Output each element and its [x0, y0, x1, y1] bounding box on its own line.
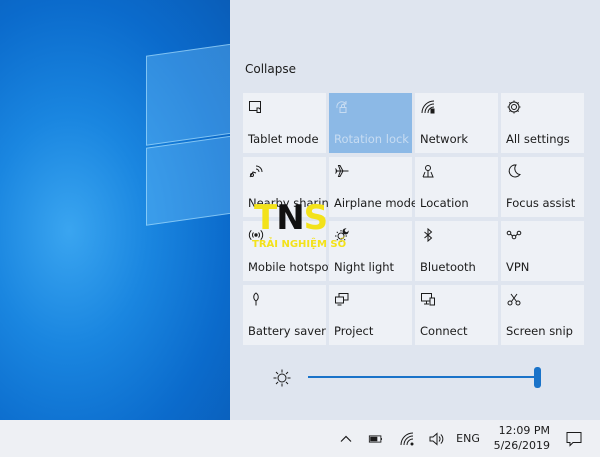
show-hidden-icons-button[interactable]	[336, 420, 356, 457]
rotation-lock-icon	[334, 99, 352, 117]
windows-logo-pane	[146, 40, 230, 146]
speaker-icon	[429, 431, 444, 446]
brightness-control	[272, 366, 572, 388]
tile-project[interactable]: Project	[329, 285, 412, 345]
chevron-up-icon	[340, 435, 352, 442]
brightness-slider-thumb[interactable]	[534, 367, 541, 388]
brightness-slider-track[interactable]	[308, 376, 540, 378]
tile-battery-saver[interactable]: Battery saver	[243, 285, 326, 345]
tile-label: Network	[420, 132, 469, 146]
tile-network[interactable]: Network	[415, 93, 498, 153]
watermark-brand: TNS	[254, 198, 328, 238]
battery-tray-button[interactable]	[364, 420, 388, 457]
tile-label: Night light	[334, 260, 395, 274]
connect-icon	[420, 291, 438, 309]
tablet-mode-icon	[248, 99, 266, 117]
screen-snip-icon	[506, 291, 524, 309]
watermark-tagline: TRẢI NGHIỆM SỐ	[252, 239, 347, 250]
tile-label: Rotation lock	[334, 132, 409, 146]
vpn-icon	[506, 227, 524, 245]
tile-label: All settings	[506, 132, 570, 146]
tile-label: Screen snip	[506, 324, 573, 338]
tile-label: Bluetooth	[420, 260, 476, 274]
windows-logo-pane	[146, 132, 230, 226]
tile-connect[interactable]: Connect	[415, 285, 498, 345]
tile-location[interactable]: Location	[415, 157, 498, 217]
tile-label: Project	[334, 324, 374, 338]
battery-saver-icon	[248, 291, 266, 309]
tile-vpn[interactable]: VPN	[501, 221, 584, 281]
action-center-button[interactable]	[556, 420, 592, 457]
wifi-icon	[400, 432, 414, 445]
brightness-sun-icon	[272, 368, 292, 388]
taskbar: ENG 12:09 PM 5/26/2019	[0, 420, 600, 457]
wifi-tray-button[interactable]	[396, 420, 418, 457]
airplane-icon	[334, 163, 352, 181]
tns-watermark: TNS TRẢI NGHIỆM SỐ	[248, 198, 348, 254]
battery-icon	[368, 434, 382, 443]
tile-tablet-mode[interactable]: Tablet mode	[243, 93, 326, 153]
moon-icon	[506, 163, 524, 181]
network-icon	[420, 99, 438, 117]
project-icon	[334, 291, 352, 309]
tile-all-settings[interactable]: All settings	[501, 93, 584, 153]
tile-focus-assist[interactable]: Focus assist	[501, 157, 584, 217]
desktop-background	[0, 0, 230, 420]
tile-rotation-lock[interactable]: Rotation lock	[329, 93, 412, 153]
taskbar-clock[interactable]: 12:09 PM 5/26/2019	[482, 423, 550, 453]
tile-label: Connect	[420, 324, 468, 338]
nearby-sharing-icon	[248, 163, 266, 181]
location-icon	[420, 163, 438, 181]
collapse-link[interactable]: Collapse	[245, 62, 296, 76]
clock-time: 12:09 PM	[498, 424, 550, 437]
notification-icon	[566, 431, 582, 447]
tile-label: Mobile hotspot	[248, 260, 334, 274]
clock-date: 5/26/2019	[493, 439, 550, 452]
tile-label: VPN	[506, 260, 530, 274]
tile-bluetooth[interactable]: Bluetooth	[415, 221, 498, 281]
tile-label: Battery saver	[248, 324, 326, 338]
tile-label: Tablet mode	[248, 132, 319, 146]
tile-label: Focus assist	[506, 196, 576, 210]
gear-icon	[506, 99, 524, 117]
tile-screen-snip[interactable]: Screen snip	[501, 285, 584, 345]
bluetooth-icon	[420, 227, 438, 245]
language-indicator[interactable]: ENG	[453, 420, 483, 457]
volume-tray-button[interactable]	[425, 420, 447, 457]
tile-label: Location	[420, 196, 469, 210]
